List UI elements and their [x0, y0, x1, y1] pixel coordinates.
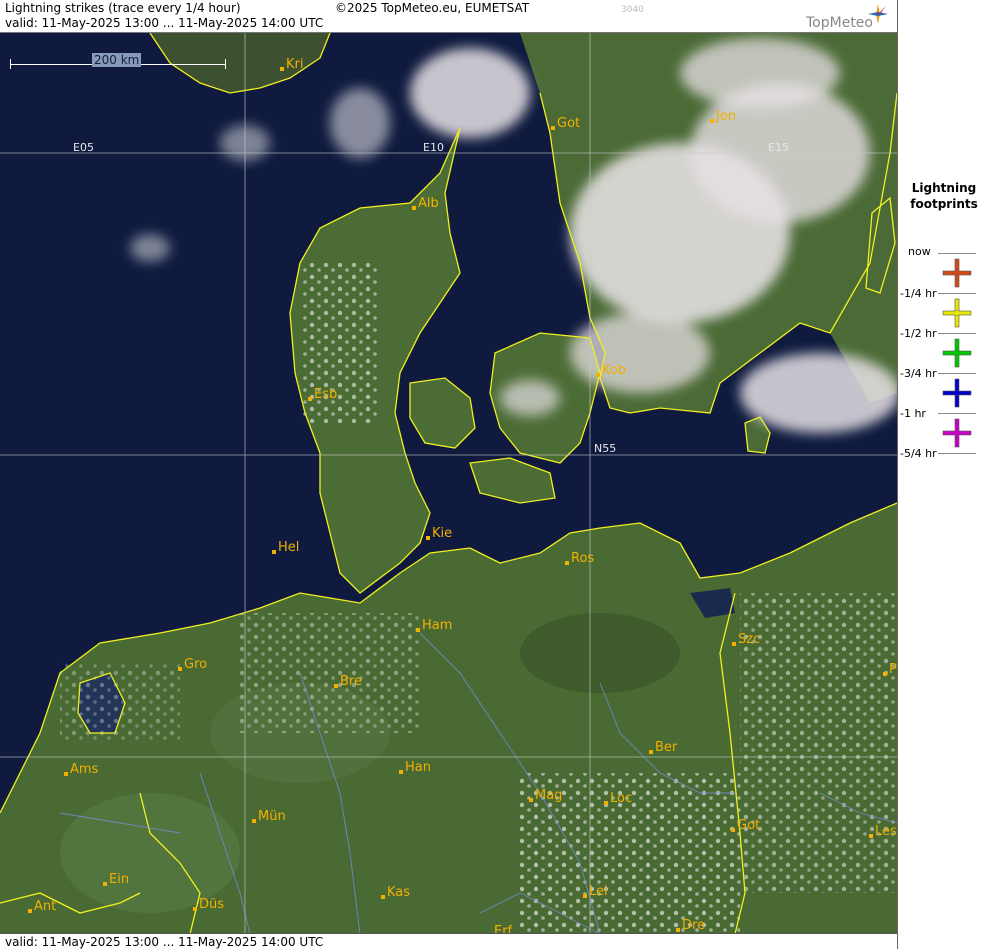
- city-dot: [280, 67, 284, 71]
- city-dot: [710, 119, 714, 123]
- legend-time-label: -1/2 hr: [900, 327, 937, 340]
- legend-divider: [938, 293, 976, 294]
- legend-time-label: -5/4 hr: [900, 447, 937, 460]
- legend-divider: [938, 413, 976, 414]
- legend-time-label: -1 hr: [900, 407, 926, 420]
- city-label[interactable]: Kri: [286, 57, 303, 72]
- city-dot: [604, 801, 608, 805]
- city-label[interactable]: Kas: [387, 885, 410, 900]
- city-label[interactable]: Got: [557, 116, 580, 131]
- city-label[interactable]: Szc: [738, 632, 760, 647]
- grid-label-n55: N55: [594, 442, 617, 455]
- city-dot: [64, 772, 68, 776]
- city-dot: [565, 561, 569, 565]
- city-label[interactable]: Jon: [716, 109, 736, 124]
- lightning-legend: Lightning footprints now -1/4 hr -1/2 hr -3…: [897, 0, 989, 949]
- grid-label-e05: E05: [73, 141, 94, 154]
- city-dot: [412, 206, 416, 210]
- city-dot: [596, 373, 600, 377]
- city-dot: [28, 909, 32, 913]
- city-label[interactable]: P: [889, 662, 897, 677]
- scale-bar-label: 200 km: [92, 53, 142, 67]
- city-label[interactable]: Ham: [422, 618, 452, 633]
- map-canvas: [0, 33, 897, 934]
- legend-title: Lightning footprints: [898, 180, 989, 212]
- city-label[interactable]: Kie: [432, 526, 452, 541]
- legend-title-line1: Lightning: [911, 181, 977, 195]
- city-dot: [308, 397, 312, 401]
- city-label[interactable]: Ros: [571, 551, 594, 566]
- legend-divider: [938, 253, 976, 254]
- footer-bar: valid: 11-May-2025 13:00 ... 11-May-2025…: [0, 933, 897, 950]
- grid-label-e10: E10: [423, 141, 444, 154]
- city-label[interactable]: Ant: [34, 899, 56, 914]
- city-dot: [649, 750, 653, 754]
- copyright-text: ©2025 TopMeteo.eu, EUMETSAT: [335, 1, 530, 15]
- city-dot: [732, 642, 736, 646]
- city-dot: [529, 798, 533, 802]
- city-dot: [381, 895, 385, 899]
- city-dot: [426, 536, 430, 540]
- city-label[interactable]: Mag: [535, 788, 562, 803]
- legend-divider: [938, 453, 976, 454]
- header-bar: Lightning strikes (trace every 1/4 hour)…: [0, 0, 897, 32]
- legend-time-label: -1/4 hr: [900, 287, 937, 300]
- city-dot: [103, 882, 107, 886]
- city-label[interactable]: Han: [405, 760, 431, 775]
- legend-divider: [938, 373, 976, 374]
- topmeteo-logo-text: TopMeteo: [806, 15, 873, 31]
- city-label[interactable]: Bre: [340, 674, 362, 689]
- city-label[interactable]: Dre: [682, 918, 705, 933]
- legend-time-label: now: [908, 245, 931, 258]
- city-dot: [869, 834, 873, 838]
- lightning-map-page: Lightning strikes (trace every 1/4 hour)…: [0, 0, 989, 950]
- city-dot: [252, 819, 256, 823]
- city-label[interactable]: Hel: [278, 540, 299, 555]
- city-dot: [583, 894, 587, 898]
- lightning-cross-icon: [942, 298, 972, 328]
- city-dot: [178, 667, 182, 671]
- legend-time-label: -3/4 hr: [900, 367, 937, 380]
- legend-divider: [938, 333, 976, 334]
- grid-label-e15: E15: [768, 141, 789, 154]
- valid-period-bottom: valid: 11-May-2025 13:00 ... 11-May-2025…: [5, 935, 324, 949]
- legend-title-line2: footprints: [910, 197, 978, 211]
- city-dot: [272, 550, 276, 554]
- city-label[interactable]: Les: [875, 824, 897, 839]
- city-label[interactable]: Loc: [610, 791, 632, 806]
- city-label[interactable]: Esb: [314, 387, 337, 402]
- city-label[interactable]: Kob: [602, 363, 626, 378]
- valid-period-top: valid: 11-May-2025 13:00 ... 11-May-2025…: [5, 16, 324, 30]
- lightning-cross-icon: [942, 338, 972, 368]
- city-label[interactable]: Düs: [199, 897, 224, 912]
- product-code: 3040: [621, 5, 644, 15]
- lightning-cross-icon: [942, 418, 972, 448]
- city-label[interactable]: Mün: [258, 809, 286, 824]
- lightning-cross-icon: [942, 378, 972, 408]
- city-dot: [334, 684, 338, 688]
- city-label[interactable]: Ams: [70, 762, 98, 777]
- city-label[interactable]: Lei: [589, 884, 608, 899]
- city-dot: [676, 928, 680, 932]
- map-title: Lightning strikes (trace every 1/4 hour): [5, 1, 241, 15]
- lightning-cross-icon: [942, 258, 972, 288]
- city-dot: [416, 628, 420, 632]
- city-dot: [731, 828, 735, 832]
- satellite-map[interactable]: 200 km E05 E10 E15 N55 Kri Got Jon Alb Kob Es…: [0, 32, 897, 934]
- city-label[interactable]: Alb: [418, 196, 439, 211]
- city-label[interactable]: Ein: [109, 872, 129, 887]
- city-label[interactable]: Got: [737, 818, 760, 833]
- city-label[interactable]: Ber: [655, 740, 677, 755]
- city-dot: [883, 672, 887, 676]
- city-dot: [399, 770, 403, 774]
- city-dot: [193, 907, 197, 911]
- topmeteo-logo-icon: [868, 4, 888, 24]
- city-dot: [551, 126, 555, 130]
- city-label[interactable]: Gro: [184, 657, 207, 672]
